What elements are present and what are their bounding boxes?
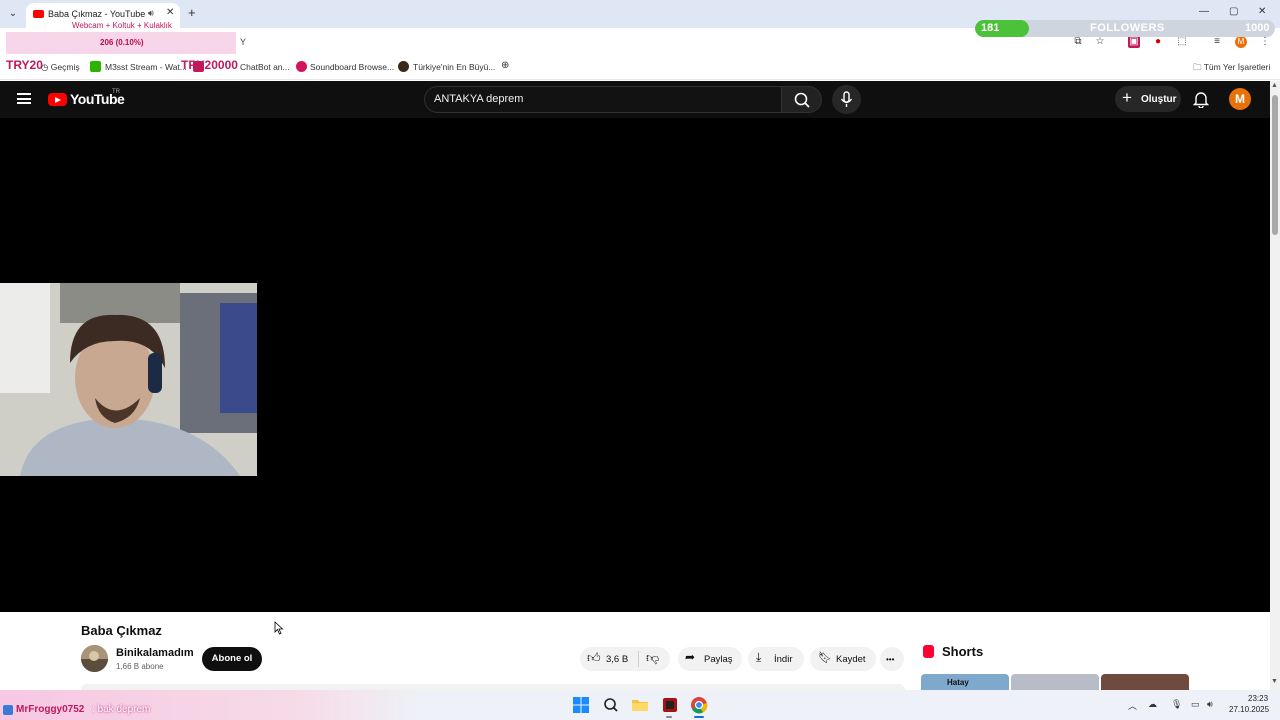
- running-indicator: [666, 716, 672, 718]
- bookmark-m3sst[interactable]: M3sst Stream - Wat...: [105, 62, 187, 72]
- bookmark-soundboard[interactable]: Soundboard Browse...: [310, 62, 394, 72]
- subscribe-button[interactable]: Abone ol: [202, 647, 262, 671]
- bookmark-chatbot[interactable]: ChatBot an...: [240, 62, 290, 72]
- profile-avatar-icon[interactable]: M: [1235, 36, 1247, 48]
- followers-label: FOLLOWERS: [1090, 22, 1165, 34]
- more-icon: •••: [886, 655, 895, 664]
- save-bookmark-icon: 🔖︎: [818, 652, 832, 664]
- channel-avatar[interactable]: [81, 645, 108, 672]
- voice-search-button[interactable]: [832, 85, 861, 114]
- chrome-taskbar-icon[interactable]: [690, 696, 708, 714]
- game-app-icon[interactable]: [661, 696, 679, 714]
- short-thumbnail-text: Hatay: [947, 678, 969, 687]
- speaker-icon[interactable]: 🔊︎: [148, 8, 154, 19]
- extensions-puzzle-icon[interactable]: ⬚: [1176, 36, 1188, 48]
- shorts-icon: [923, 645, 934, 658]
- bookmark-history[interactable]: ◷ Geçmiş: [41, 62, 80, 73]
- like-divider: [638, 651, 639, 667]
- region-label: TR: [112, 89, 120, 95]
- m3-icon: [90, 61, 101, 72]
- maximize-button[interactable]: ▢: [1229, 6, 1238, 17]
- display-tray-icon[interactable]: ▭: [1191, 699, 1200, 710]
- volume-icon[interactable]: 🔊︎: [1207, 699, 1213, 710]
- search-button[interactable]: [781, 86, 822, 113]
- download-label: İndir: [774, 654, 793, 665]
- share-label: Paylaş: [704, 654, 733, 665]
- clock-date[interactable]: 27.10.2025: [1229, 705, 1269, 714]
- bookmark-turkiye[interactable]: Türkiye'nin En Büyü...: [413, 62, 495, 72]
- chat-username: MrFroggy0752: [16, 704, 85, 715]
- shorts-heading: Shorts: [942, 644, 984, 659]
- active-indicator: [694, 716, 704, 718]
- video-title: Baba Çıkmaz: [81, 623, 162, 638]
- chrome-menu-icon[interactable]: ⋮: [1259, 36, 1271, 48]
- scroll-up-arrow-icon[interactable]: ▲: [1271, 82, 1278, 89]
- clock-time[interactable]: 23:23: [1248, 694, 1268, 703]
- address-bar-text[interactable]: Y: [240, 37, 246, 47]
- tab-search-chevron-icon[interactable]: ⌄: [4, 5, 22, 23]
- all-bookmarks[interactable]: 🗀︎ Tüm Yer İşaretleri: [1193, 62, 1270, 76]
- chat-platform-icon: [3, 705, 13, 715]
- search-icon: [794, 92, 810, 108]
- followers-current: 181: [981, 22, 1000, 34]
- cast-icon[interactable]: ⧉: [1072, 36, 1084, 48]
- media-control-icon[interactable]: ≡: [1211, 36, 1223, 48]
- overlay-try-small: TRY20: [6, 58, 43, 72]
- extension-red-icon[interactable]: ●: [1152, 36, 1164, 48]
- dislike-icon[interactable]: 👎︎: [646, 650, 659, 666]
- like-icon[interactable]: 👍︎: [587, 650, 601, 666]
- scroll-down-arrow-icon[interactable]: ▼: [1271, 678, 1278, 685]
- chat-message: : bak deprem: [92, 704, 151, 715]
- short-thumbnail[interactable]: [1101, 674, 1189, 690]
- donation-progress-text: 206 (0.10%): [100, 38, 144, 47]
- save-label: Kaydet: [836, 654, 866, 665]
- globe-icon[interactable]: ⊕: [501, 60, 509, 71]
- tab-title: Baba Çıkmaz - YouTube: [48, 9, 146, 19]
- youtube-logo-icon[interactable]: [48, 93, 67, 106]
- menu-icon[interactable]: [17, 93, 31, 104]
- windows-start-icon[interactable]: [572, 696, 590, 714]
- search-value[interactable]: ANTAKYA deprem: [434, 93, 523, 105]
- short-thumbnail[interactable]: [1011, 674, 1099, 690]
- user-avatar[interactable]: M: [1229, 88, 1251, 110]
- network-cloud-icon[interactable]: ☁: [1148, 699, 1157, 710]
- download-icon: ⤓: [756, 650, 762, 664]
- taskbar-search-icon[interactable]: [602, 696, 620, 714]
- tray-overflow-icon[interactable]: ︿: [1128, 699, 1137, 712]
- scrollbar-thumb[interactable]: [1272, 95, 1278, 235]
- new-tab-button[interactable]: +: [188, 5, 196, 20]
- webcam-promo-text: Webcam + Koltuk + Kulaklık: [72, 21, 172, 30]
- bookmark-star-icon[interactable]: ☆: [1094, 36, 1106, 48]
- share-icon: ➦: [685, 650, 696, 664]
- youtube-favicon-icon: [33, 10, 44, 18]
- plus-icon: +: [1122, 88, 1132, 107]
- subscriber-count: 1,66 B abone: [116, 662, 164, 671]
- mic-tray-icon[interactable]: 🎙︎: [1171, 699, 1182, 710]
- extension-pink-icon[interactable]: ▣: [1128, 36, 1140, 48]
- notifications-bell-icon[interactable]: [1192, 90, 1210, 113]
- followers-goal: 1000: [1245, 22, 1270, 34]
- close-tab-icon[interactable]: ✕: [166, 7, 174, 18]
- soundboard-icon: [296, 61, 307, 72]
- bookmark-icon: [398, 61, 409, 72]
- like-count[interactable]: 3,6 B: [606, 654, 628, 665]
- channel-name[interactable]: Binikalamadım: [116, 647, 194, 659]
- minimize-button[interactable]: —: [1199, 6, 1209, 17]
- streamer-webcam-overlay: [0, 283, 257, 476]
- close-window-button[interactable]: ✕: [1258, 6, 1266, 17]
- mouse-cursor-icon: [274, 621, 284, 640]
- short-thumbnail[interactable]: Hatay: [921, 674, 1009, 690]
- file-explorer-icon[interactable]: [631, 696, 649, 714]
- overlay-try-large: TRY20000: [181, 58, 238, 72]
- create-label: Oluştur: [1141, 94, 1177, 105]
- microphone-icon: [840, 91, 853, 107]
